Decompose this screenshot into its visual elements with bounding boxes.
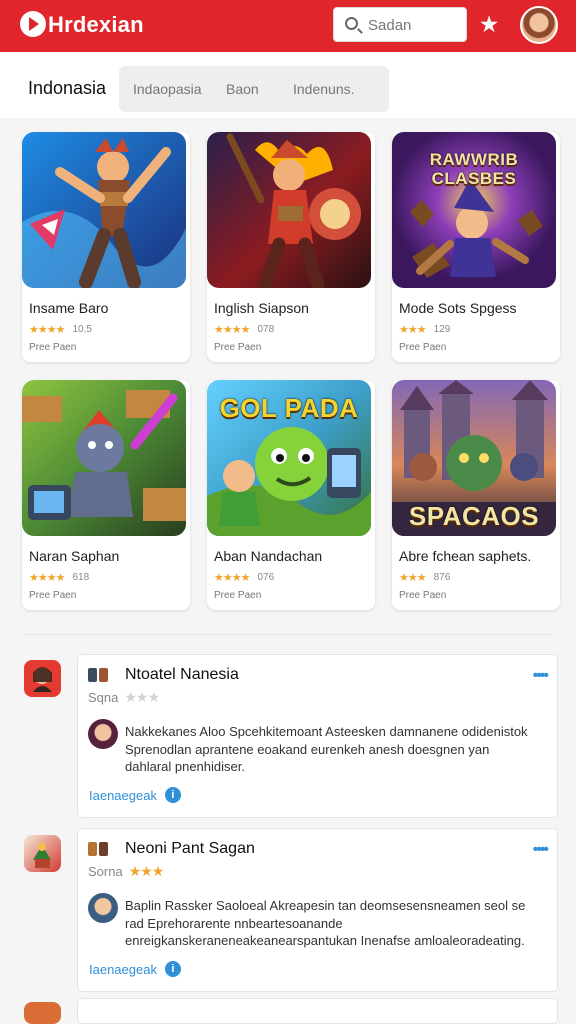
more-options-icon[interactable]: ••••	[533, 667, 549, 685]
rating-stars: ★★★★	[214, 571, 250, 584]
review-stars: ★★★	[124, 689, 160, 705]
game-artwork: SPACAOS	[392, 380, 556, 536]
game-rating: ★★★ 876	[399, 570, 450, 584]
review-link-label[interactable]: Iaenaegeak	[89, 788, 157, 803]
review-author-avatar	[88, 893, 118, 923]
review-card[interactable]: Ntoatel Nanesia •••• Sqna ★★★ Nakkekanes…	[77, 654, 558, 818]
game-price: Pree Paen	[399, 590, 447, 601]
game-price: Pree Paen	[399, 342, 447, 353]
review-rating: Sorna ★★★	[88, 863, 165, 880]
info-icon[interactable]: i	[164, 961, 181, 977]
reviewer-app-avatar[interactable]	[24, 660, 61, 697]
game-icon-label: RAWWRIB CLASBES	[429, 150, 519, 188]
game-title: Mode Sots Spgess	[399, 300, 517, 316]
game-title: Aban Nandachan	[214, 548, 323, 564]
more-options-icon[interactable]: ••••	[533, 841, 549, 859]
rating-stars: ★★★★	[29, 323, 65, 336]
game-rating: ★★★ 129	[399, 322, 450, 336]
rating-stars: ★★★★	[29, 571, 65, 584]
rating-count: 129	[433, 323, 451, 335]
game-rating: ★★★★ 10.5	[29, 322, 92, 336]
review-rating: Sqna ★★★	[88, 689, 160, 706]
game-rating: ★★★★ 618	[29, 570, 89, 584]
game-price: Pree Paen	[214, 590, 262, 601]
game-icon-label: SPACAOS	[408, 501, 540, 531]
rating-count: 076	[257, 571, 275, 583]
game-artwork: RAWWRIB CLASBES	[392, 132, 556, 288]
rating-stars: ★★★★	[214, 323, 250, 336]
review-score-label: Sqna	[88, 690, 119, 705]
game-artwork	[207, 132, 371, 288]
search-icon	[345, 17, 358, 30]
partial-review-avatar[interactable]	[24, 1002, 61, 1024]
tab-indaopasia[interactable]: Indaopasia	[133, 81, 202, 97]
game-title: Insame Baro	[29, 300, 109, 316]
user-avatar[interactable]	[520, 6, 558, 44]
game-rating: ★★★★ 078	[214, 322, 274, 336]
reviewer-app-avatar[interactable]	[24, 835, 61, 872]
review-stars: ★★★	[128, 863, 165, 879]
game-artwork: GOL PADA	[207, 380, 371, 536]
game-price: Pree Paen	[29, 590, 77, 601]
star-icon[interactable]: ★	[476, 11, 502, 37]
rating-stars: ★★★	[399, 323, 427, 336]
brand-name: Hrdexian	[48, 12, 144, 37]
top-app-bar: Hrdexian ★	[0, 0, 576, 52]
reviewer-name: Ntoatel Nanesia	[125, 666, 239, 683]
game-title: Inglish Siapson	[214, 300, 309, 316]
review-card[interactable]: Neoni Pant Sagan •••• Sorna ★★★ Baplin R…	[77, 828, 558, 992]
review-author-avatar	[88, 719, 118, 749]
game-title: Naran Saphan	[29, 548, 120, 564]
game-icon-label: GOL PADA	[219, 393, 359, 423]
reviewer-name: Neoni Pant Sagan	[125, 840, 255, 857]
review-link[interactable]: Iaenaegeak i	[89, 787, 181, 803]
game-artwork	[22, 380, 186, 536]
game-card[interactable]: GOL PADA Aban Nandachan ★★★★ 076 Pree Pa…	[207, 380, 375, 610]
tab-indenuns[interactable]: Indenuns.	[293, 81, 355, 97]
review-score-label: Sorna	[88, 864, 123, 879]
tab-pill-group: Indaopasia Baon Indenuns.	[119, 66, 389, 112]
tab-indonasia[interactable]: Indonasia	[28, 78, 106, 99]
rating-stars: ★★★	[399, 571, 427, 584]
tab-baon[interactable]: Baon	[226, 81, 259, 97]
game-card[interactable]: Inglish Siapson ★★★★ 078 Pree Paen	[207, 132, 375, 362]
play-logo-icon[interactable]	[20, 11, 46, 37]
search-input[interactable]	[368, 14, 460, 36]
game-card[interactable]: Naran Saphan ★★★★ 618 Pree Paen	[22, 380, 190, 610]
reviewer-badges-icon	[88, 668, 112, 683]
rating-count: 078	[257, 323, 275, 335]
game-artwork	[22, 132, 186, 288]
review-link[interactable]: Iaenaegeak i	[89, 961, 181, 977]
partial-review-card[interactable]	[77, 998, 558, 1024]
review-link-label[interactable]: Iaenaegeak	[89, 962, 157, 977]
rating-count: 10.5	[72, 323, 92, 335]
game-rating: ★★★★ 076	[214, 570, 274, 584]
rating-count: 618	[72, 571, 90, 583]
game-price: Pree Paen	[29, 342, 77, 353]
review-text: Nakkekanes Aloo Spcehkitemoant Asteesken…	[125, 724, 528, 775]
warrior-girl-artwork-image	[22, 132, 186, 288]
search-box[interactable]	[333, 7, 467, 42]
section-divider	[24, 634, 552, 635]
game-card[interactable]: SPACAOS Abre fchean saphets. ★★★ 876 Pre…	[392, 380, 560, 610]
game-title: Abre fchean saphets.	[399, 548, 532, 564]
game-price: Pree Paen	[214, 342, 262, 353]
game-card[interactable]: Insame Baro ★★★★ 10.5 Pree Paen	[22, 132, 190, 362]
fire-warrior-artwork-image	[207, 132, 371, 288]
category-tabs: Indonasia Indaopasia Baon Indenuns.	[0, 52, 576, 118]
rating-count: 876	[433, 571, 451, 583]
demon-artwork-image	[22, 380, 186, 536]
info-icon[interactable]: i	[164, 787, 181, 803]
game-card[interactable]: RAWWRIB CLASBES Mode Sots Spgess ★★★ 129…	[392, 132, 560, 362]
review-text: Baplin Rassker Saoloeal Akreapesin tan d…	[125, 898, 526, 949]
reviewer-badges-icon	[88, 842, 112, 857]
